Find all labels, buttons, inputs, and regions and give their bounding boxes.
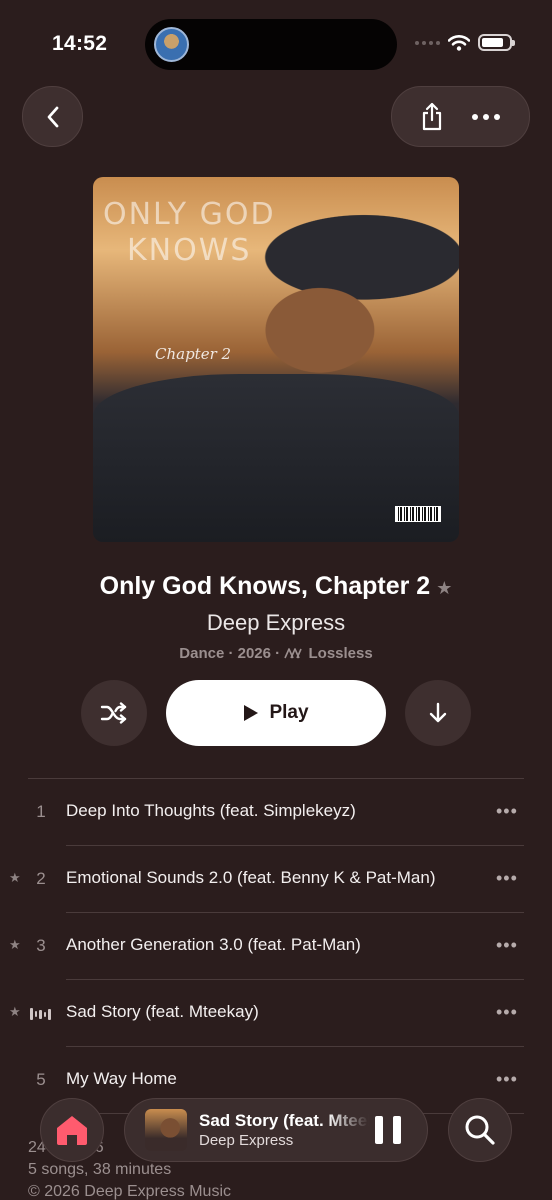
battery-icon [478,34,515,51]
favorite-star-icon: ★ [9,870,21,885]
wifi-icon [448,34,470,51]
star-icon: ★ [436,578,453,598]
artwork-barcode [395,506,441,522]
share-button[interactable] [420,102,444,132]
home-tab-button[interactable] [40,1098,104,1162]
shuffle-icon [100,702,127,724]
track-number: 3 [36,936,46,955]
track-number: 2 [36,869,46,888]
track-row[interactable]: 1 Deep Into Thoughts (feat. Simplekeyz) … [0,779,552,846]
pause-icon [375,1116,383,1144]
chevron-left-icon [47,106,58,127]
pause-icon-bar [393,1116,401,1144]
album-summary: 5 songs, 38 minutes [28,1161,172,1178]
favorite-star-icon: ★ [9,937,21,952]
share-icon [422,102,441,130]
favorite-star-icon: ★ [9,1004,21,1019]
play-label: Play [269,702,309,723]
mini-player-artist: Deep Express [199,1132,294,1149]
dynamic-island[interactable] [145,19,397,70]
artwork-subtitle: Chapter 2 [155,345,232,363]
play-button[interactable]: Play [166,680,386,746]
mini-player-title: Sad Story (feat. Mteekay) [199,1111,369,1130]
shuffle-button[interactable] [81,680,147,746]
album-artist-link[interactable]: Deep Express [0,610,552,636]
top-actions [391,86,530,147]
lossless-icon [284,648,303,659]
copyright: © 2026 Deep Express Music [28,1183,231,1200]
search-tab-button[interactable] [448,1098,512,1162]
track-number: 1 [36,802,46,821]
ellipsis-icon [472,113,501,120]
status-indicators [415,34,515,51]
lossless-label: Lossless [308,645,373,662]
status-time: 14:52 [52,32,108,55]
now-playing-bars-icon [30,1008,51,1020]
track-row[interactable]: ★ 2 Emotional Sounds 2.0 (feat. Benny K … [0,846,552,913]
mini-player[interactable]: Sad Story (feat. Mteekay) Deep Express [124,1098,428,1162]
artwork-text-line-2: KNOWS [127,233,252,268]
cellular-signal-icon [415,40,440,45]
track-more-button[interactable]: ••• [496,868,518,889]
home-icon [57,1116,87,1145]
album-title: Only God Knows, Chapter 2 ★ [0,572,552,601]
track-row[interactable]: ★ 3 Another Generation 3.0 (feat. Pat-Ma… [0,913,552,980]
play-icon [244,705,259,721]
track-title: Sad Story (feat. Mteekay) [66,1002,259,1021]
track-title: My Way Home [66,1069,177,1088]
back-button[interactable] [22,86,83,147]
track-number: 5 [36,1070,46,1089]
album-meta: Dance · 2026 · Lossless [0,645,552,662]
mini-player-artwork [145,1109,187,1151]
pause-button[interactable] [375,1116,401,1144]
island-avatar [154,27,189,62]
track-more-button[interactable]: ••• [496,801,518,822]
artwork-text-line-1: ONLY GOD [103,197,276,232]
track-more-button[interactable]: ••• [496,1002,518,1023]
album-title-text: Only God Knows, Chapter 2 [99,572,431,600]
track-title: Deep Into Thoughts (feat. Simplekeyz) [66,801,356,820]
download-button[interactable] [405,680,471,746]
track-title: Another Generation 3.0 (feat. Pat-Man) [66,935,361,954]
arrow-down-icon [429,702,447,723]
track-more-button[interactable]: ••• [496,1069,518,1090]
album-artwork[interactable]: ONLY GOD KNOWS Chapter 2 [93,177,459,542]
more-options-button[interactable] [471,113,501,121]
track-more-button[interactable]: ••• [496,935,518,956]
album-genre-year: Dance · 2026 · [179,645,285,662]
track-title: Emotional Sounds 2.0 (feat. Benny K & Pa… [66,868,436,887]
search-icon [465,1115,495,1145]
artwork-title-text: ONLY GOD KNOWS [103,197,276,269]
track-row-now-playing[interactable]: ★ Sad Story (feat. Mteekay) ••• [0,980,552,1047]
